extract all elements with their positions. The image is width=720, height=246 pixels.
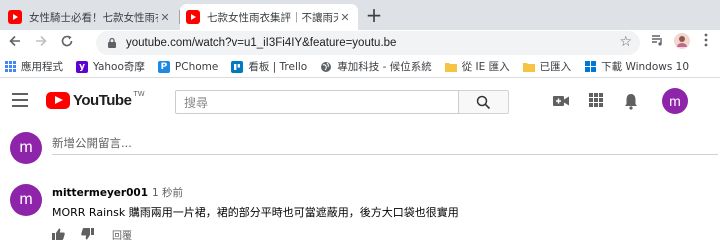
search-input[interactable]: 搜尋 [175, 90, 459, 114]
search-button[interactable] [459, 90, 509, 114]
pchome-icon: P [157, 60, 170, 73]
tab-close-icon[interactable]: ✕ [338, 11, 352, 24]
comment-actions: 回覆 [52, 225, 132, 244]
like-thumb-icon[interactable] [52, 225, 65, 244]
browser-tab[interactable]: 女性騎士必看！七款女性雨衣實 ✕ [2, 4, 178, 30]
comment-input-underline [52, 154, 718, 155]
youtube-logo[interactable]: YouTube TW [46, 90, 145, 109]
globe-icon [320, 61, 332, 73]
add-comment-box: m 新增公開留言... [0, 123, 720, 171]
bookmark-trello[interactable]: 看板 | Trello [231, 59, 307, 74]
bookmark-label: 看板 | Trello [248, 61, 308, 73]
tab-title: 女性騎士必看！七款女性雨衣實 [29, 11, 158, 24]
media-playlist-icon[interactable] [648, 33, 668, 53]
youtube-play-icon [46, 92, 70, 109]
comment-meta: mittermeyer001 1 秒前 [52, 185, 183, 200]
apps-grid-icon [4, 61, 16, 73]
bookmark-yahoo[interactable]: y Yahoo奇摩 [76, 59, 145, 74]
reload-icon[interactable] [56, 32, 78, 54]
comment-timestamp[interactable]: 1 秒前 [152, 187, 183, 199]
tab-title: 七款女性雨衣集評｜不讓雨天剝 [207, 11, 338, 24]
folder-icon [522, 61, 535, 73]
tab-close-icon[interactable]: ✕ [158, 11, 172, 24]
search-placeholder: 搜尋 [184, 95, 209, 110]
youtube-favicon-icon [186, 10, 200, 24]
lock-icon [108, 37, 116, 48]
yahoo-icon: y [76, 60, 88, 73]
browser-toolbar: youtube.com/watch?v=u1_iI3Fi4IY&feature=… [0, 30, 720, 56]
bookmark-windows10[interactable]: 下載 Windows 10 [584, 59, 689, 74]
reply-button[interactable]: 回覆 [112, 227, 132, 242]
bookmark-folder-imported[interactable]: 已匯入 [522, 59, 572, 74]
bookmark-folder-ie[interactable]: 從 IE 匯入 [444, 59, 510, 74]
youtube-wordmark: YouTube [73, 92, 132, 109]
notifications-bell-icon[interactable] [623, 92, 641, 110]
comment-text: MORR Rainsk 購雨兩用一片裙，裙的部分平時也可當遮蔽用，後方大口袋也很… [52, 206, 459, 219]
comment-input[interactable]: 新增公開留言... [52, 135, 132, 151]
youtube-favicon-icon [8, 10, 22, 24]
browser-tab-active[interactable]: 七款女性雨衣集評｜不讓雨天剝 ✕ [180, 4, 358, 30]
commenter-avatar[interactable]: m [10, 184, 42, 216]
bookmark-label: 下載 Windows 10 [601, 61, 690, 73]
browser-tab-bar: 女性騎士必看！七款女性雨衣實 ✕ 七款女性雨衣集評｜不讓雨天剝 ✕ + [0, 0, 720, 30]
create-video-icon[interactable] [552, 92, 570, 110]
bookmark-apps[interactable]: 應用程式 [4, 59, 63, 74]
profile-avatar-icon[interactable] [672, 33, 692, 53]
region-code: TW [133, 90, 145, 98]
address-bar[interactable]: youtube.com/watch?v=u1_iI3Fi4IY&feature=… [96, 31, 640, 55]
bookmark-label: Yahoo奇摩 [93, 61, 145, 73]
forward-arrow-icon[interactable] [30, 32, 52, 54]
bookmark-label: 應用程式 [21, 61, 63, 73]
search-icon [476, 95, 491, 109]
bookmark-queue-system[interactable]: 專加科技 - 候位系統 [320, 59, 432, 74]
folder-icon [444, 61, 457, 73]
apps-grid-icon[interactable] [588, 92, 606, 110]
back-arrow-icon[interactable] [4, 32, 26, 54]
menu-hamburger-icon[interactable] [12, 93, 28, 107]
bookmark-label: 已匯入 [539, 61, 572, 73]
bookmarks-bar: 應用程式 y Yahoo奇摩 P PChome 看板 | Trello 專加科技… [0, 56, 720, 78]
account-avatar[interactable]: m [662, 88, 688, 114]
bookmark-label: 專加科技 - 候位系統 [337, 61, 432, 73]
comment-author[interactable]: mittermeyer001 [52, 187, 148, 199]
bookmark-label: 從 IE 匯入 [461, 61, 510, 73]
bookmark-label: PChome [174, 60, 219, 73]
trello-icon [231, 60, 244, 73]
comment-item: m mittermeyer001 1 秒前 MORR Rainsk 購雨兩用一片裙… [0, 179, 720, 246]
user-avatar: m [10, 132, 42, 164]
new-tab-button[interactable]: + [362, 4, 386, 28]
browser-menu-icon[interactable] [696, 33, 716, 53]
url-text: youtube.com/watch?v=u1_iI3Fi4IY&feature=… [126, 37, 397, 49]
bookmark-pchome[interactable]: P PChome [157, 60, 219, 73]
dislike-thumb-icon[interactable] [81, 225, 94, 244]
windows-icon [584, 61, 596, 73]
youtube-header: YouTube TW 搜尋 m [0, 79, 720, 123]
bookmark-star-icon[interactable]: ☆ [619, 34, 632, 50]
